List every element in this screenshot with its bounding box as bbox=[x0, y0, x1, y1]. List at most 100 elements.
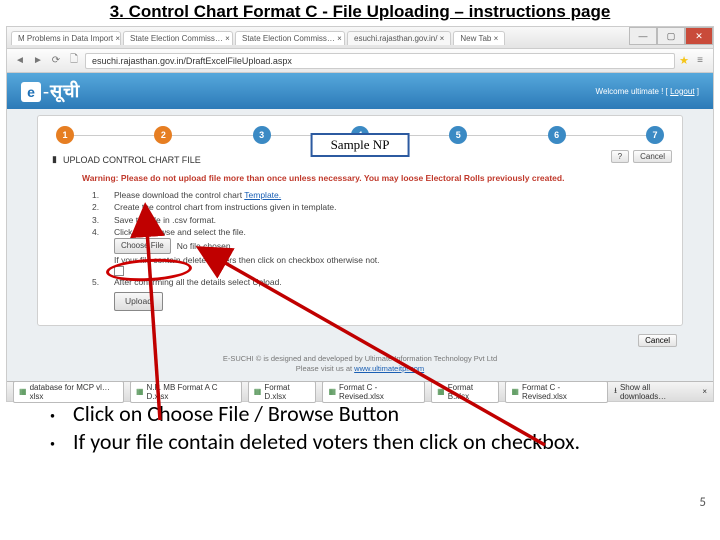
logo-e-icon: e bbox=[21, 82, 41, 102]
window-minimize-button[interactable]: — bbox=[629, 27, 657, 45]
bullet-row: • If your file contain deleted voters th… bbox=[50, 428, 680, 456]
browser-tab[interactable]: M Problems in Data Import × bbox=[11, 31, 121, 45]
step-2[interactable]: 2 bbox=[154, 126, 172, 144]
globe-icon: 🗋 bbox=[67, 54, 81, 68]
instruction-row: 2. Create the control chart from instruct… bbox=[92, 201, 668, 213]
download-filename: Format B.xlsx bbox=[448, 383, 494, 401]
instruction-row: 3. Save the file in .csv format. bbox=[92, 214, 668, 226]
slide-title: 3. Control Chart Format C - File Uploadi… bbox=[0, 0, 720, 26]
instruction-row: Upload bbox=[92, 288, 668, 310]
inst-text: Please download the control chart Templa… bbox=[114, 189, 281, 201]
bullet-icon: • bbox=[50, 428, 55, 456]
footer-line-2: Please visit us at www.ultimateitpl.com bbox=[7, 364, 713, 374]
download-shelf: ▦database for MCP vl…xlsx ▦N.P. MB Forma… bbox=[7, 381, 713, 401]
welcome-prefix: Welcome ultimate ! [ bbox=[596, 87, 671, 96]
welcome-text: Welcome ultimate ! [ Logout ] bbox=[596, 87, 699, 96]
welcome-suffix: ] bbox=[695, 87, 699, 96]
footer-link[interactable]: www.ultimateitpl.com bbox=[354, 364, 424, 373]
step-3[interactable]: 3 bbox=[253, 126, 271, 144]
browser-tab-strip: M Problems in Data Import × State Electi… bbox=[7, 27, 713, 49]
show-all-label: Show all downloads… bbox=[620, 383, 693, 401]
address-bar[interactable]: esuchi.rajasthan.gov.in/DraftExcelFileUp… bbox=[85, 53, 675, 69]
no-file-text: No file chosen. bbox=[177, 240, 233, 252]
bookmark-star-icon[interactable]: ★ bbox=[679, 54, 689, 67]
forward-icon[interactable]: ► bbox=[31, 54, 45, 68]
spreadsheet-icon: ▦ bbox=[136, 387, 144, 396]
show-all-downloads[interactable]: ⭳ Show all downloads… × bbox=[614, 383, 707, 401]
instruction-row: 4. Click on Browse and select the file. bbox=[92, 226, 668, 238]
spreadsheet-icon: ▦ bbox=[437, 387, 445, 396]
template-link[interactable]: Template. bbox=[244, 190, 281, 200]
site-footer: E-SUCHI © is designed and developed by U… bbox=[7, 348, 713, 376]
browser-tab[interactable]: State Election Commiss… × bbox=[235, 31, 345, 45]
download-filename: Format C - Revised.xlsx bbox=[339, 383, 419, 401]
download-filename: Format C - Revised.xlsx bbox=[522, 383, 602, 401]
down-arrow-icon: ⭳ bbox=[614, 385, 617, 399]
instruction-row: Choose File No file chosen. bbox=[92, 238, 668, 254]
window-controls: — ▢ ✕ bbox=[629, 27, 713, 45]
browser-window: M Problems in Data Import × State Electi… bbox=[6, 26, 714, 402]
bullet-row: • Click on Choose File / Browse Button bbox=[50, 400, 680, 428]
inst-text-part: Please download the control chart bbox=[114, 190, 244, 200]
logout-link[interactable]: Logout bbox=[670, 87, 694, 96]
browser-tab[interactable]: esuchi.rajasthan.gov.in/ × bbox=[347, 31, 451, 45]
window-maximize-button[interactable]: ▢ bbox=[657, 27, 685, 45]
bullet-text: If your file contain deleted voters then… bbox=[73, 428, 580, 456]
card-actions: ? Cancel bbox=[611, 150, 672, 163]
reload-icon[interactable]: ⟳ bbox=[49, 54, 63, 68]
site-logo: e -सूची bbox=[21, 79, 80, 103]
upload-button[interactable]: Upload bbox=[114, 292, 163, 310]
section-label-text: UPLOAD CONTROL CHART FILE bbox=[63, 155, 201, 165]
page-content: e -सूची Welcome ultimate ! [ Logout ] Sa… bbox=[7, 73, 713, 381]
browser-tab[interactable]: New Tab × bbox=[453, 31, 505, 45]
bullet-text: Click on Choose File / Browse Button bbox=[73, 400, 399, 428]
download-filename: Format D.xlsx bbox=[264, 383, 310, 401]
bullet-icon: • bbox=[50, 400, 55, 428]
spreadsheet-icon: ▦ bbox=[328, 387, 336, 396]
choose-file-button[interactable]: Choose File bbox=[114, 238, 171, 254]
site-header: e -सूची Welcome ultimate ! [ Logout ] bbox=[7, 73, 713, 109]
download-filename: N.P. MB Format A C D.xlsx bbox=[147, 383, 236, 401]
close-shelf-icon[interactable]: × bbox=[696, 387, 707, 396]
inst-num: 2. bbox=[92, 201, 104, 213]
inst-text: Click on Browse and select the file. bbox=[114, 226, 246, 238]
inst-num: 1. bbox=[92, 189, 104, 201]
inst-num: 5. bbox=[92, 276, 104, 288]
inst-text: If your file contain deleted voters then… bbox=[114, 254, 380, 266]
slide-bullets: • Click on Choose File / Browse Button •… bbox=[50, 400, 680, 455]
logo-text: -सूची bbox=[43, 79, 80, 103]
window-close-button[interactable]: ✕ bbox=[685, 27, 713, 45]
browser-toolbar: ◄ ► ⟳ 🗋 esuchi.rajasthan.gov.in/DraftExc… bbox=[7, 49, 713, 73]
instruction-list: 1. Please download the control chart Temp… bbox=[52, 189, 668, 311]
inst-num: 3. bbox=[92, 214, 104, 226]
step-1[interactable]: 1 bbox=[56, 126, 74, 144]
instruction-row: 5. After confirming all the details selec… bbox=[92, 276, 668, 288]
step-7[interactable]: 7 bbox=[646, 126, 664, 144]
inst-text: Create the control chart from instructio… bbox=[114, 201, 337, 213]
inst-text: Save the file in .csv format. bbox=[114, 214, 216, 226]
footer-line-1: E-SUCHI © is designed and developed by U… bbox=[7, 354, 713, 364]
inst-num: 4. bbox=[92, 226, 104, 238]
footer-prefix: Please visit us at bbox=[296, 364, 354, 373]
download-filename: database for MCP vl…xlsx bbox=[30, 383, 118, 401]
step-5[interactable]: 5 bbox=[449, 126, 467, 144]
lower-actions: Cancel bbox=[7, 326, 713, 348]
deleted-voters-checkbox[interactable] bbox=[114, 266, 124, 276]
browser-tab[interactable]: State Election Commiss… × bbox=[123, 31, 233, 45]
warning-message: Warning: Please do not upload file more … bbox=[52, 165, 668, 189]
inst-text: After confirming all the details select … bbox=[114, 276, 282, 288]
step-6[interactable]: 6 bbox=[548, 126, 566, 144]
instruction-row bbox=[92, 266, 668, 276]
instruction-row: 1. Please download the control chart Temp… bbox=[92, 189, 668, 201]
spreadsheet-icon: ▦ bbox=[511, 387, 519, 396]
instruction-row: If your file contain deleted voters then… bbox=[92, 254, 668, 266]
slide-page-number: 5 bbox=[699, 495, 706, 510]
help-button[interactable]: ? bbox=[611, 150, 629, 163]
menu-icon[interactable]: ≡ bbox=[693, 54, 707, 68]
back-icon[interactable]: ◄ bbox=[13, 54, 27, 68]
cancel-button-top[interactable]: Cancel bbox=[633, 150, 672, 163]
cancel-button-bottom[interactable]: Cancel bbox=[638, 334, 677, 347]
spreadsheet-icon: ▦ bbox=[254, 387, 262, 396]
spreadsheet-icon: ▦ bbox=[19, 387, 27, 396]
sample-np-callout: Sample NP bbox=[311, 133, 410, 157]
